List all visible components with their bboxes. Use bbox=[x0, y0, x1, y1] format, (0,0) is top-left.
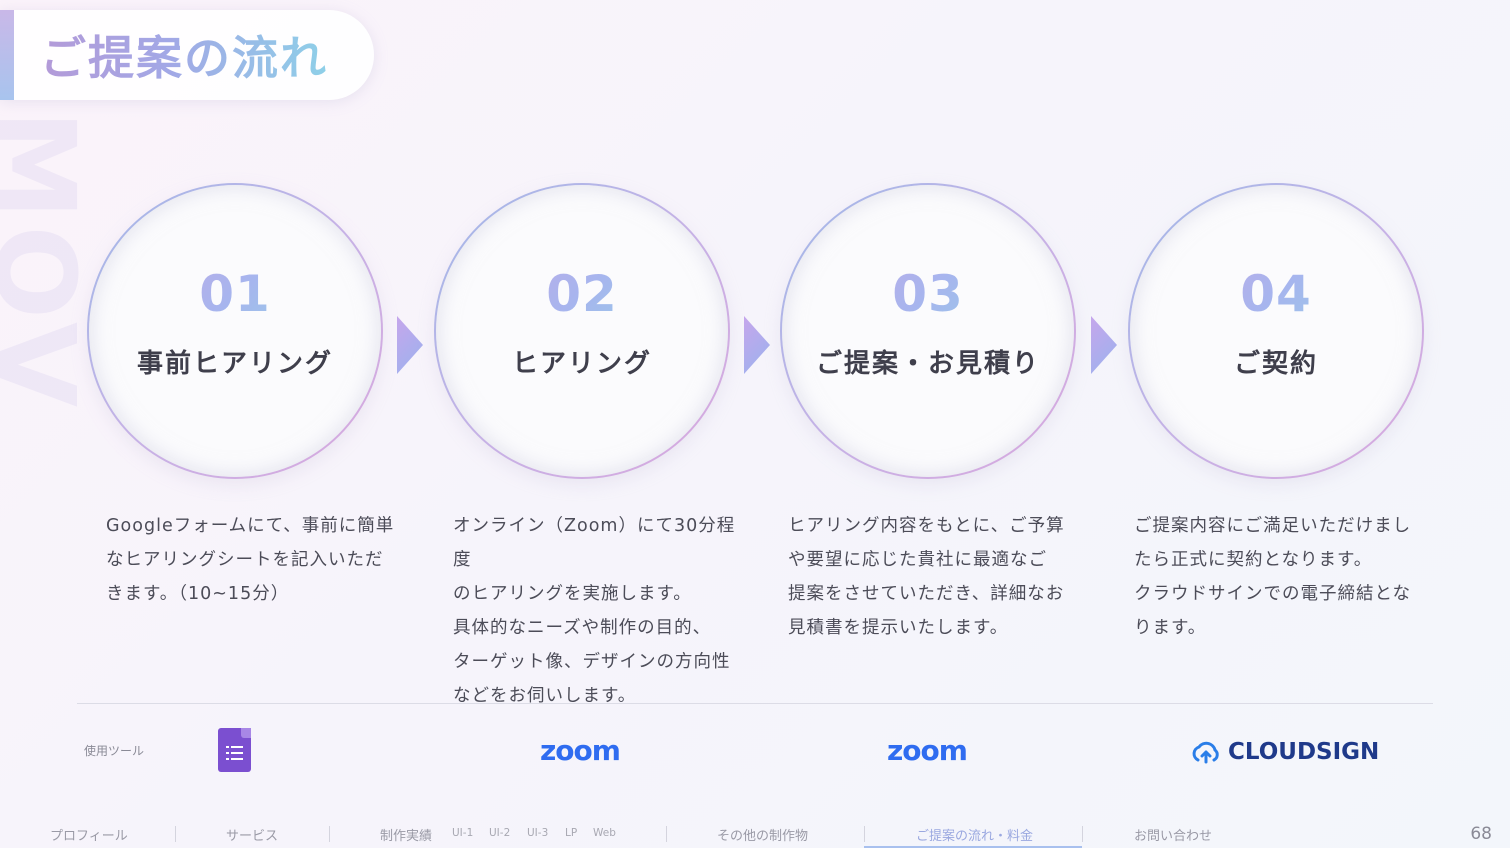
zoom-logo: zoom bbox=[887, 734, 968, 767]
background-watermark: MOV bbox=[0, 110, 99, 414]
step-number: 03 bbox=[782, 265, 1074, 323]
description-line: のヒアリングを実施します。 bbox=[453, 584, 692, 604]
step-description-1: Googleフォームにて、事前に簡単 なヒアリングシートを記入いただ きます。（… bbox=[106, 509, 406, 611]
divider bbox=[77, 703, 1433, 704]
description-line: クラウドサインでの電子締結とな bbox=[1134, 584, 1411, 604]
step-number: 04 bbox=[1130, 265, 1422, 323]
step-arrow-icon bbox=[744, 316, 770, 374]
step-description-2: オンライン（Zoom）にて30分程度 のヒアリングを実施します。 具体的なニーズ… bbox=[453, 509, 753, 713]
step-circle-2: 02 ヒアリング bbox=[434, 183, 730, 479]
nav-sub-lp[interactable]: LP bbox=[565, 827, 577, 839]
nav-item-service[interactable]: サービス bbox=[226, 825, 278, 844]
step-number: 01 bbox=[89, 265, 381, 323]
nav-item-profile[interactable]: プロフィール bbox=[50, 825, 128, 844]
nav-sub-web[interactable]: Web bbox=[593, 827, 616, 839]
nav-item-others[interactable]: その他の制作物 bbox=[717, 825, 808, 844]
step-arrow-icon bbox=[397, 316, 423, 374]
cloudsign-logo: CLOUDSIGN bbox=[1190, 737, 1379, 767]
page-number: 68 bbox=[1470, 824, 1492, 844]
description-line: や要望に応じた貴社に最適なご bbox=[788, 550, 1047, 570]
step-circle-1: 01 事前ヒアリング bbox=[87, 183, 383, 479]
step-circle-4: 04 ご契約 bbox=[1128, 183, 1424, 479]
nav-item-flow-pricing[interactable]: ご提案の流れ・料金 bbox=[916, 825, 1033, 844]
step-arrow-icon bbox=[1091, 316, 1117, 374]
step-title: ご契約 bbox=[1233, 349, 1318, 379]
nav-sub-ui1[interactable]: UI-1 bbox=[452, 827, 473, 839]
description-line: 具体的なニーズや制作の目的、 bbox=[453, 618, 712, 638]
step-title: 事前ヒアリング bbox=[136, 349, 333, 379]
step-description-4: ご提案内容にご満足いただけまし たら正式に契約となります。 クラウドサインでの電… bbox=[1134, 509, 1434, 645]
tools-label: 使用ツール bbox=[84, 744, 145, 758]
google-forms-icon bbox=[218, 728, 251, 772]
footer-nav: プロフィール サービス 制作実績 UI-1 UI-2 UI-3 LP Web そ… bbox=[0, 820, 1510, 848]
description-line: 提案をさせていただき、詳細なお bbox=[788, 584, 1065, 604]
description-line: たら正式に契約となります。 bbox=[1134, 550, 1373, 570]
step-number: 02 bbox=[436, 265, 728, 323]
description-line: ヒアリング内容をもとに、ご予算 bbox=[788, 516, 1065, 536]
description-line: なヒアリングシートを記入いただ bbox=[106, 550, 384, 570]
zoom-logo: zoom bbox=[540, 734, 621, 767]
step-title: ヒアリング bbox=[511, 349, 652, 379]
cloudsign-text: CLOUDSIGN bbox=[1228, 739, 1380, 765]
description-line: きます。（10~15分） bbox=[106, 584, 290, 604]
nav-sub-ui3[interactable]: UI-3 bbox=[527, 827, 548, 839]
description-line: ターゲット像、デザインの方向性 bbox=[453, 652, 731, 672]
step-description-3: ヒアリング内容をもとに、ご予算 や要望に応じた貴社に最適なご 提案をさせていただ… bbox=[788, 509, 1088, 645]
step-circle-3: 03 ご提案・お見積り bbox=[780, 183, 1076, 479]
description-line: などをお伺いします。 bbox=[453, 686, 637, 706]
cloudsign-logo-icon bbox=[1192, 741, 1219, 764]
nav-item-contact[interactable]: お問い合わせ bbox=[1134, 825, 1212, 844]
nav-sub-ui2[interactable]: UI-2 bbox=[489, 827, 510, 839]
description-line: ります。 bbox=[1134, 618, 1207, 638]
nav-item-works[interactable]: 制作実績 bbox=[380, 825, 432, 844]
step-title: ご提案・お見積り bbox=[815, 349, 1040, 379]
description-line: ご提案内容にご満足いただけまし bbox=[1134, 516, 1412, 536]
page-title: ご提案の流れ bbox=[40, 22, 328, 88]
description-line: Googleフォームにて、事前に簡単 bbox=[106, 516, 395, 536]
title-accent-bar bbox=[0, 10, 14, 100]
description-line: オンライン（Zoom）にて30分程度 bbox=[453, 516, 736, 570]
description-line: 見積書を提示いたします。 bbox=[788, 618, 1009, 638]
